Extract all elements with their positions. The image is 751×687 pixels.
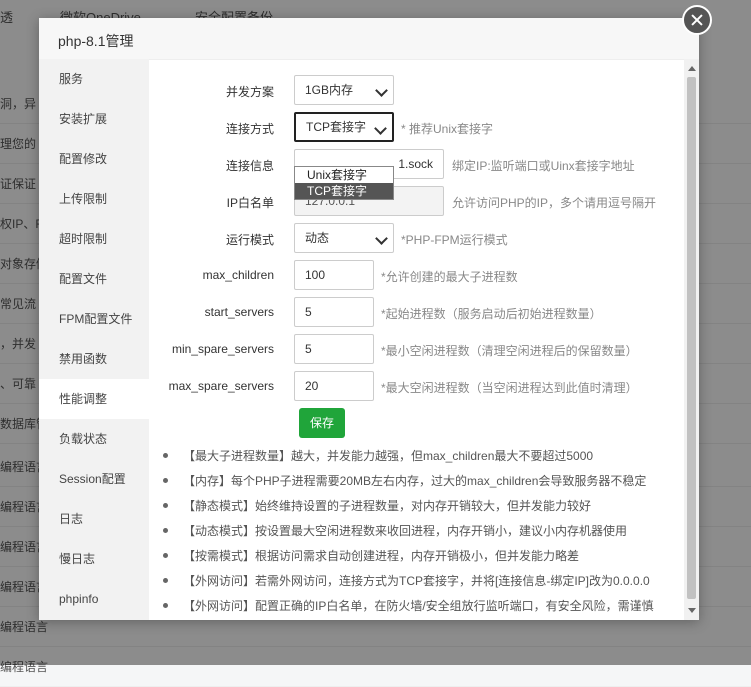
bullet-icon: [163, 578, 168, 583]
sidebar-item-fpm-config[interactable]: FPM配置文件: [39, 299, 149, 339]
scrollbar-thumb[interactable]: [687, 77, 696, 599]
max-spare-input[interactable]: 20: [294, 371, 374, 401]
run-mode-label: 运行模式: [225, 233, 274, 247]
sidebar-item-session[interactable]: Session配置: [39, 459, 149, 499]
sidebar-item-service[interactable]: 服务: [39, 59, 149, 99]
performance-panel: 并发方案 1GB内存 连接方式 TCP套接字 * 推荐Unix套接字 连接信息 …: [149, 59, 684, 620]
max-children-hint: *允许创建的最大子进程数: [381, 270, 518, 284]
sidebar-item-logs[interactable]: 日志: [39, 499, 149, 539]
min-spare-input[interactable]: 5: [294, 334, 374, 364]
sidebar-item-timeout-limit[interactable]: 超时限制: [39, 219, 149, 259]
max-children-row: max_children 100 *允许创建的最大子进程数: [149, 260, 684, 290]
concurrency-label: 并发方案: [225, 85, 274, 99]
sidebar-item-performance[interactable]: 性能调整: [39, 379, 149, 419]
ip-whitelist-row: IP白名单 127.0.0.1 允许访问PHP的IP，多个请用逗号隔开: [149, 186, 684, 216]
start-servers-hint: *起始进程数（服务启动后初始进程数量）: [381, 307, 602, 321]
bullet-icon: [163, 503, 168, 508]
close-icon[interactable]: [682, 5, 712, 35]
sidebar-item-phpinfo[interactable]: phpinfo: [39, 579, 149, 619]
min-spare-hint: *最小空闲进程数（清理空闲进程后的保留数量）: [381, 344, 638, 358]
scroll-up-icon[interactable]: [688, 66, 696, 71]
php-manage-dialog: php-8.1管理 服务 安装扩展 配置修改 上传限制 超时限制 配置文件 FP…: [39, 18, 699, 620]
connection-option-tcp[interactable]: TCP套接字: [295, 183, 393, 199]
max-children-input[interactable]: 100: [294, 260, 374, 290]
run-mode-row: 运行模式 动态 *PHP-FPM运行模式: [149, 223, 684, 253]
max-spare-hint: *最大空闲进程数（当空闲进程达到此值时清理）: [381, 381, 638, 395]
chevron-down-icon: [375, 84, 388, 97]
sidebar-item-disabled-functions[interactable]: 禁用函数: [39, 339, 149, 379]
start-servers-label: start_servers: [204, 305, 274, 319]
min-spare-label: min_spare_servers: [171, 342, 274, 356]
run-mode-select[interactable]: 动态: [294, 223, 394, 253]
connection-label: 连接方式: [225, 122, 274, 136]
sidebar-item-load-status[interactable]: 负载状态: [39, 419, 149, 459]
dialog-scrollbar[interactable]: [684, 59, 699, 620]
sidebar-item-config-edit[interactable]: 配置修改: [39, 139, 149, 179]
bullet-icon: [163, 478, 168, 483]
chevron-down-icon: [374, 122, 387, 135]
conn-info-hint: 绑定IP:监听端口或Uinx套接字地址: [452, 159, 635, 173]
scroll-down-icon[interactable]: [688, 608, 696, 613]
conn-info-label: 连接信息: [225, 159, 274, 173]
sidebar-item-slow-logs[interactable]: 慢日志: [39, 539, 149, 579]
ip-whitelist-hint: 允许访问PHP的IP，多个请用逗号隔开: [452, 196, 657, 210]
bullet-icon: [163, 453, 168, 458]
chevron-down-icon: [375, 232, 388, 245]
run-mode-hint: *PHP-FPM运行模式: [401, 233, 508, 247]
start-servers-row: start_servers 5 *起始进程数（服务启动后初始进程数量）: [149, 297, 684, 327]
conn-info-row: 连接信息 1.sock 绑定IP:监听端口或Uinx套接字地址: [149, 149, 684, 179]
sidebar-item-upload-limit[interactable]: 上传限制: [39, 179, 149, 219]
connection-row: 连接方式 TCP套接字 * 推荐Unix套接字: [149, 112, 684, 142]
dialog-title: php-8.1管理: [58, 33, 134, 49]
ip-whitelist-label: IP白名单: [226, 196, 274, 210]
bullet-icon: [163, 528, 168, 533]
bullet-icon: [163, 603, 168, 608]
concurrency-select[interactable]: 1GB内存: [294, 75, 394, 105]
concurrency-row: 并发方案 1GB内存: [149, 75, 684, 105]
connection-option-unix[interactable]: Unix套接字: [295, 167, 393, 183]
connection-dropdown: Unix套接字 TCP套接字: [294, 166, 394, 200]
sidebar-item-config-file[interactable]: 配置文件: [39, 259, 149, 299]
bullet-icon: [163, 553, 168, 558]
connection-select[interactable]: TCP套接字: [294, 112, 394, 142]
save-button[interactable]: 保存: [299, 408, 345, 438]
connection-hint: * 推荐Unix套接字: [401, 122, 494, 136]
max-children-label: max_children: [202, 268, 274, 282]
dialog-sidebar: 服务 安装扩展 配置修改 上传限制 超时限制 配置文件 FPM配置文件 禁用函数…: [39, 59, 149, 620]
sidebar-item-extensions[interactable]: 安装扩展: [39, 99, 149, 139]
min-spare-row: min_spare_servers 5 *最小空闲进程数（清理空闲进程后的保留数…: [149, 334, 684, 364]
start-servers-input[interactable]: 5: [294, 297, 374, 327]
max-spare-row: max_spare_servers 20 *最大空闲进程数（当空闲进程达到此值时…: [149, 371, 684, 401]
max-spare-label: max_spare_servers: [168, 379, 274, 393]
dialog-header: php-8.1管理: [39, 18, 699, 60]
